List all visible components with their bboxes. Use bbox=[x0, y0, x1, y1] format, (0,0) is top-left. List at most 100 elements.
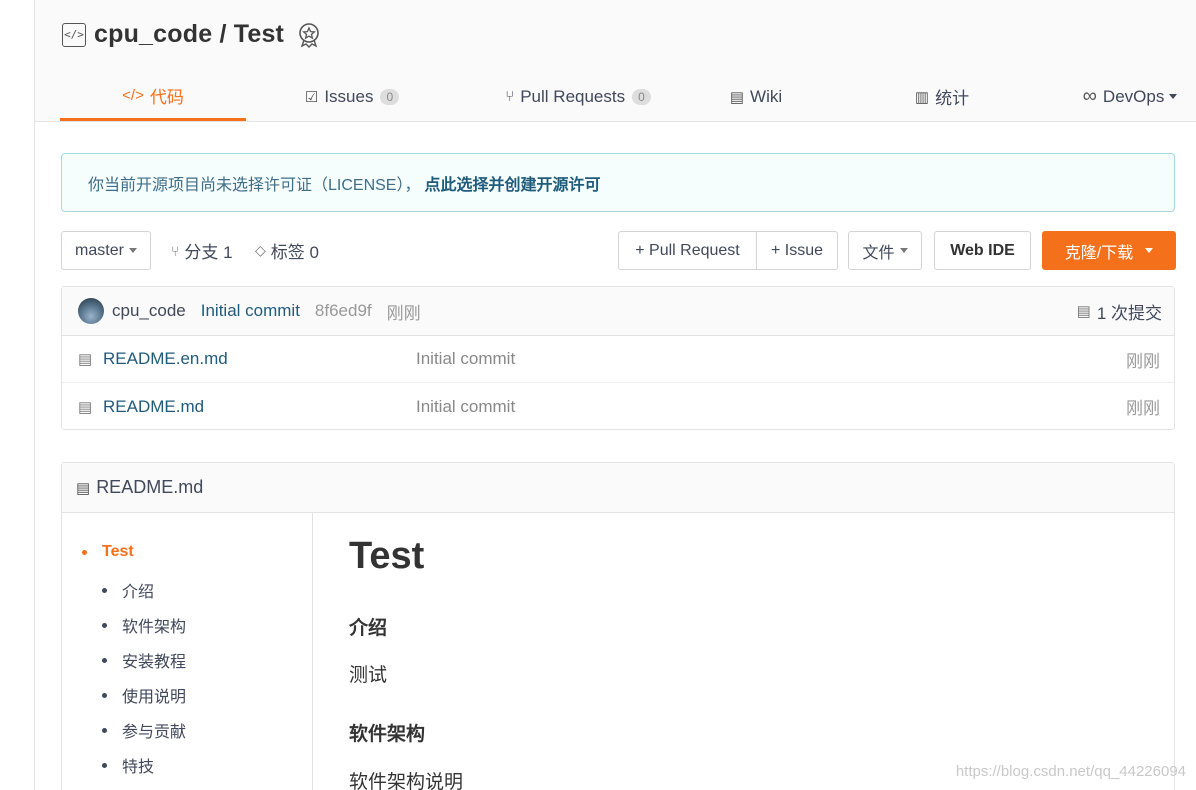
readme-h1: Test bbox=[349, 535, 425, 577]
toc-item-intro[interactable]: 介绍 bbox=[102, 578, 154, 602]
tab-devops[interactable]: ∞ DevOps bbox=[1070, 72, 1190, 121]
toc-item-label: 特技 bbox=[122, 759, 155, 776]
tags-link[interactable]: ◇ 标签 0 bbox=[255, 231, 319, 270]
bullet bbox=[102, 727, 107, 733]
chevron-down-icon bbox=[128, 248, 137, 253]
branch-select-value: master bbox=[75, 241, 124, 259]
commit-message[interactable]: Initial commit bbox=[201, 301, 300, 321]
commits-count-label: 1 次提交 bbox=[1096, 303, 1162, 323]
table-row: ▤ README.en.md Initial commit 刚刚 bbox=[62, 336, 1174, 383]
repo-header: </> cpu_code / Test </> 代码 ☑ Issues 0 ⑂ … bbox=[35, 0, 1196, 122]
repo-name[interactable]: cpu_code / Test bbox=[94, 20, 284, 49]
file-commit-time: 刚刚 bbox=[1126, 399, 1160, 418]
chevron-down-icon bbox=[899, 248, 908, 253]
tab-label: Issues bbox=[324, 86, 374, 106]
toc-item-label: 介绍 bbox=[122, 584, 155, 601]
avatar[interactable] bbox=[78, 298, 104, 324]
bullet bbox=[102, 657, 107, 663]
readme-header: ▤ README.md bbox=[62, 463, 1174, 513]
tab-stats[interactable]: ▥ 统计 bbox=[814, 72, 1070, 121]
repo-title-bar: </> cpu_code / Test bbox=[62, 20, 322, 49]
file-icon: ▤ bbox=[76, 479, 91, 497]
toc-item-label: 软件架构 bbox=[122, 619, 187, 636]
tab-label: Wiki bbox=[750, 86, 783, 106]
tags-label: 标签 0 bbox=[270, 243, 319, 262]
toc-item-label: Test bbox=[102, 543, 134, 560]
tab-wiki[interactable]: ▤ Wiki bbox=[698, 72, 814, 121]
toc-item-usage[interactable]: 使用说明 bbox=[102, 683, 186, 707]
tab-label: 统计 bbox=[935, 89, 970, 108]
tab-label: DevOps bbox=[1102, 86, 1165, 106]
file-icon: ▤ bbox=[78, 398, 93, 416]
file-icon: ▤ bbox=[78, 351, 93, 368]
tag-icon: ◇ bbox=[255, 242, 266, 258]
bullet bbox=[102, 587, 107, 593]
book-icon: ▤ bbox=[729, 88, 745, 106]
clone-download-button[interactable]: 克隆/下载 bbox=[1042, 231, 1176, 270]
tab-label: Pull Requests bbox=[520, 86, 626, 106]
repo-toolbar: master ⑂ 分支 1 ◇ 标签 0 + Pull Request + Is… bbox=[61, 231, 1176, 270]
readme-panel: ▤ README.md Test 介绍 软件架构 安装教程 使用说明 参与贡献 bbox=[61, 462, 1175, 790]
toc-item-install[interactable]: 安装教程 bbox=[102, 648, 186, 672]
file-name[interactable]: README.en.md bbox=[103, 349, 228, 369]
tab-code[interactable]: </> 代码 bbox=[60, 72, 246, 121]
commit-sha[interactable]: 8f6ed9f bbox=[315, 301, 372, 321]
license-alert: 你当前开源项目尚未选择许可证（LICENSE）， 点此选择并创建开源许可 bbox=[61, 153, 1175, 212]
new-pull-request-label: + Pull Request bbox=[635, 241, 740, 259]
bar-chart-icon: ▥ bbox=[914, 88, 930, 106]
watermark: https://blog.csdn.net/qq_44226094 bbox=[955, 763, 1186, 780]
commit-time: 刚刚 bbox=[386, 303, 421, 323]
toc-item-architecture[interactable]: 软件架构 bbox=[102, 613, 186, 637]
file-commit-time: 刚刚 bbox=[1126, 351, 1160, 371]
readme-heading-intro: 介绍 bbox=[349, 618, 388, 639]
award-badge-icon[interactable] bbox=[296, 22, 322, 48]
create-license-link[interactable]: 点此选择并创建开源许可 bbox=[424, 171, 600, 195]
left-sidebar-strip bbox=[0, 0, 35, 790]
table-row: ▤ README.md Initial commit 刚刚 bbox=[62, 383, 1174, 430]
license-alert-text: 你当前开源项目尚未选择许可证（LICENSE）， bbox=[88, 176, 421, 194]
branches-link[interactable]: ⑂ 分支 1 bbox=[171, 231, 233, 270]
readme-architecture-text: 软件架构说明 bbox=[349, 772, 464, 790]
new-issue-button[interactable]: + Issue bbox=[756, 231, 838, 270]
toc-item-features[interactable]: 特技 bbox=[102, 753, 154, 777]
commit-list-icon: ▤ bbox=[1076, 303, 1091, 320]
issues-count-badge: 0 bbox=[380, 88, 400, 105]
bullet bbox=[102, 622, 107, 628]
file-commit-message[interactable]: Initial commit bbox=[416, 397, 515, 417]
pull-request-icon: ⑂ bbox=[505, 88, 515, 105]
latest-commit-bar: cpu_code Initial commit 8f6ed9f 刚刚 ▤ 1 次… bbox=[62, 287, 1174, 336]
toc-item-label: 安装教程 bbox=[122, 654, 187, 671]
file-dropdown-button[interactable]: 文件 bbox=[848, 231, 922, 270]
new-pull-request-button[interactable]: + Pull Request bbox=[618, 231, 757, 270]
chevron-down-icon bbox=[1169, 94, 1178, 99]
tab-pull-requests[interactable]: ⑂ Pull Requests 0 bbox=[458, 72, 698, 121]
pull-requests-count-badge: 0 bbox=[632, 88, 651, 105]
readme-toc: Test 介绍 软件架构 安装教程 使用说明 参与贡献 特技 bbox=[62, 513, 313, 790]
bullet bbox=[82, 549, 87, 555]
commits-count-link[interactable]: ▤ 1 次提交 bbox=[1077, 299, 1162, 324]
readme-heading-architecture: 软件架构 bbox=[349, 724, 426, 745]
branch-icon: ⑂ bbox=[171, 242, 180, 259]
tab-label: 代码 bbox=[149, 87, 184, 107]
toc-item-label: 使用说明 bbox=[122, 689, 187, 706]
bullet bbox=[102, 692, 107, 698]
infinity-icon: ∞ bbox=[1082, 85, 1097, 107]
file-dropdown-label: 文件 bbox=[862, 244, 895, 262]
latest-commit-panel: cpu_code Initial commit 8f6ed9f 刚刚 ▤ 1 次… bbox=[61, 286, 1175, 430]
toc-item-test[interactable]: Test bbox=[82, 543, 134, 561]
code-icon: </> bbox=[122, 86, 144, 104]
issues-icon: ☑ bbox=[304, 88, 319, 106]
chevron-down-icon bbox=[1145, 248, 1154, 253]
toc-item-contribute[interactable]: 参与贡献 bbox=[102, 718, 186, 742]
branch-select[interactable]: master bbox=[61, 231, 151, 270]
bullet bbox=[102, 762, 107, 768]
web-ide-label: Web IDE bbox=[950, 241, 1015, 259]
repo-code-icon: </> bbox=[62, 22, 86, 47]
readme-title: README.md bbox=[96, 477, 204, 497]
file-name[interactable]: README.md bbox=[103, 397, 204, 417]
commit-author[interactable]: cpu_code bbox=[112, 301, 186, 321]
readme-intro-text: 测试 bbox=[349, 665, 388, 686]
tab-issues[interactable]: ☑ Issues 0 bbox=[246, 72, 458, 121]
file-commit-message[interactable]: Initial commit bbox=[416, 349, 515, 369]
web-ide-button[interactable]: Web IDE bbox=[934, 231, 1031, 270]
